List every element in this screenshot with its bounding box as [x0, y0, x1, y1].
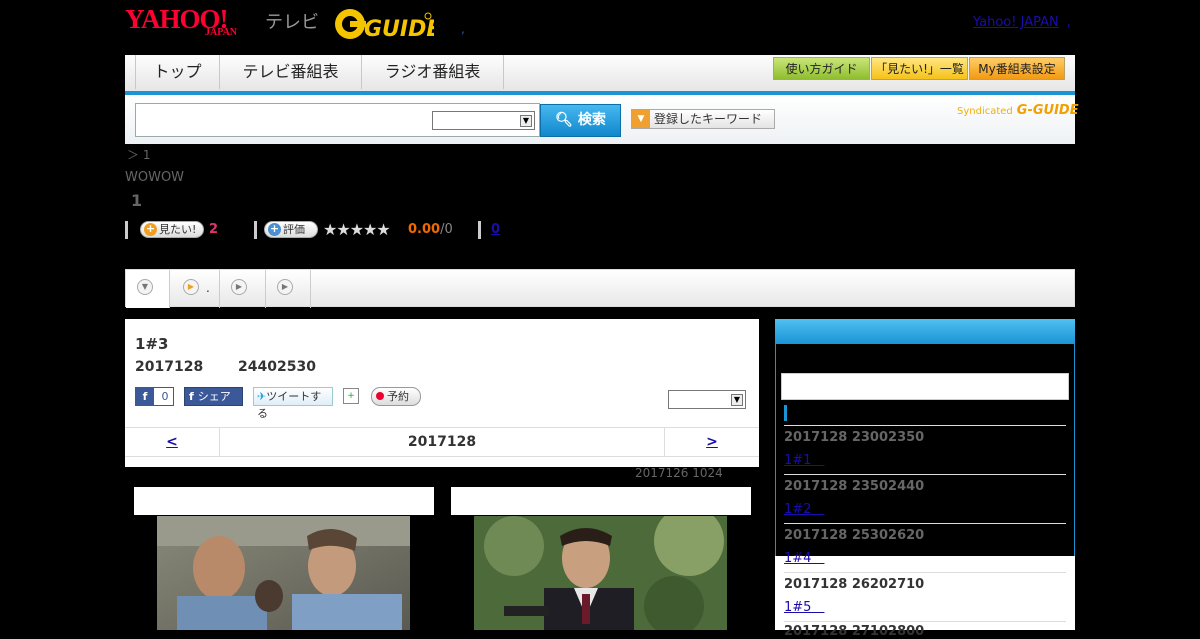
- episode-date: 2017128: [135, 359, 204, 375]
- add-to-calendar-icon[interactable]: +: [343, 388, 359, 404]
- tab-tv-guide[interactable]: テレビ番組表: [220, 55, 362, 89]
- caret-down-icon: ▼: [632, 110, 650, 128]
- tweet-button[interactable]: ✈ツイートする: [253, 387, 333, 420]
- photo-card-header: [134, 487, 434, 515]
- plus-icon: +: [144, 222, 157, 236]
- want-count: 2: [209, 222, 219, 237]
- gguide-logo[interactable]: GUIDE: [334, 6, 441, 42]
- tab-4[interactable]: ▶: [266, 270, 311, 308]
- average-score: 0.00/0: [408, 222, 453, 237]
- facebook-like-button[interactable]: f 0: [135, 387, 174, 406]
- tab-2-label: .: [206, 281, 210, 295]
- registered-keywords-label: 登録したキーワード: [654, 112, 763, 126]
- tab-top[interactable]: トップ: [135, 55, 220, 89]
- next-date-link[interactable]: >: [664, 428, 759, 457]
- review-count-link[interactable]: 0: [491, 222, 500, 237]
- tab-radio-guide[interactable]: ラジオ番組表: [362, 55, 504, 89]
- breadcrumb: ＞ 1: [127, 148, 151, 162]
- tab-2[interactable]: ▶ .: [170, 270, 220, 308]
- facebook-like-count: 0: [161, 390, 169, 403]
- top-link-separator: ,: [1066, 15, 1071, 30]
- want-to-watch-button[interactable]: + 見たい!: [140, 221, 204, 238]
- svg-text:GUIDE: GUIDE: [364, 17, 434, 42]
- divider: [784, 425, 1066, 426]
- divider: [125, 221, 128, 239]
- top-links: Yahoo! JAPAN,: [973, 15, 1071, 30]
- episode-link[interactable]: 1#5: [784, 596, 824, 615]
- rating-stars: ★★★★★: [323, 220, 391, 239]
- search-category-select[interactable]: ▼: [432, 111, 535, 130]
- want-to-watch-label: 見たい!: [159, 223, 197, 236]
- chevron-down-icon: ▼: [731, 394, 743, 406]
- divider: [784, 621, 1066, 622]
- divider: [254, 221, 257, 239]
- program-title: 1: [131, 191, 143, 210]
- play-icon: ▶: [183, 279, 199, 295]
- reserve-recording-button[interactable]: 予約: [371, 387, 421, 406]
- broadcast-datetime: 2017128 23502440: [784, 479, 925, 494]
- play-icon: ▶: [231, 279, 247, 295]
- chevron-down-icon: ▼: [520, 115, 532, 127]
- episode-link[interactable]: 1#1: [784, 449, 824, 468]
- divider: [784, 523, 1066, 524]
- my-guide-settings-button[interactable]: My番組表設定: [969, 57, 1065, 80]
- divider: [784, 572, 1066, 573]
- registered-keywords-button[interactable]: ▼ 登録したキーワード: [631, 109, 775, 129]
- yahoo-japan-logo[interactable]: YAHOO! JAPAN: [125, 5, 237, 41]
- date-navigation: < 2017128 >: [125, 427, 759, 457]
- japan-logo-text: JAPAN: [205, 27, 238, 38]
- search-icon: 🔍︎: [555, 112, 573, 128]
- rate-button[interactable]: + 評価: [264, 221, 318, 238]
- broadcast-datetime: 2017128 27102800: [784, 624, 925, 639]
- yahoo-japan-link[interactable]: Yahoo! JAPAN: [973, 15, 1059, 30]
- twitter-bird-icon: ✈: [257, 390, 267, 403]
- usage-guide-button[interactable]: 使い方ガイド: [773, 57, 870, 80]
- episode-photo[interactable]: [157, 516, 410, 630]
- score-count: /0: [440, 222, 453, 237]
- updated-timestamp: 2017126 1024: [635, 466, 723, 480]
- section-marker: [784, 405, 787, 421]
- sidebar-panel-lower: [775, 556, 1075, 630]
- photo-card-header: [451, 487, 751, 515]
- episode-time: 24402530: [238, 359, 316, 375]
- chevron-down-icon: ▼: [137, 279, 153, 295]
- episode-link[interactable]: 1#4: [784, 547, 824, 566]
- current-date: 2017128: [407, 434, 477, 450]
- broadcast-datetime: 2017128 23002350: [784, 430, 925, 445]
- reserve-label: 予約: [387, 390, 409, 403]
- episode-title: 1#3: [135, 335, 169, 353]
- plus-icon: +: [268, 222, 281, 236]
- record-dot-icon: [376, 392, 384, 400]
- divider: [478, 221, 481, 239]
- gguide-small-logo: G-GUIDE: [1016, 103, 1079, 118]
- episode-link[interactable]: 1#2: [784, 498, 824, 517]
- score-value: 0.00: [408, 222, 441, 237]
- sidebar-header: [775, 319, 1075, 344]
- syndicated-label: Syndicated: [957, 106, 1013, 117]
- episode-photo[interactable]: [474, 516, 727, 630]
- detail-tabs: ▼ ▶ . ▶ ▶: [125, 269, 1075, 308]
- search-button-label: 検索: [577, 112, 606, 128]
- broadcast-datetime: 2017128 26202710: [784, 577, 925, 592]
- tab-detail[interactable]: ▼: [126, 270, 170, 308]
- header-separator: ,: [461, 22, 465, 36]
- divider: [784, 474, 1066, 475]
- facebook-share-label: シェア: [197, 390, 231, 403]
- rate-label: 評価: [283, 223, 305, 236]
- previous-date-link[interactable]: <: [125, 428, 220, 457]
- tab-3[interactable]: ▶: [220, 270, 266, 308]
- episode-select[interactable]: ▼: [668, 390, 746, 409]
- play-icon: ▶: [277, 279, 293, 295]
- facebook-icon: f: [136, 388, 154, 405]
- sidebar-field[interactable]: [781, 373, 1069, 400]
- search-button[interactable]: 🔍︎ 検索: [540, 104, 621, 137]
- want-list-button[interactable]: 「見たい!」一覧: [871, 57, 968, 80]
- station-name: WOWOW: [125, 170, 185, 185]
- syndicated-gguide-logo: Syndicated G-GUIDE: [957, 103, 1079, 118]
- main-nav: トップ テレビ番組表 ラジオ番組表 使い方ガイド 「見たい!」一覧 My番組表設…: [125, 55, 1075, 95]
- broadcast-datetime: 2017128 25302620: [784, 528, 925, 543]
- tv-label: テレビ: [265, 12, 319, 33]
- facebook-icon: f: [189, 390, 194, 403]
- facebook-share-button[interactable]: f シェア: [184, 387, 243, 406]
